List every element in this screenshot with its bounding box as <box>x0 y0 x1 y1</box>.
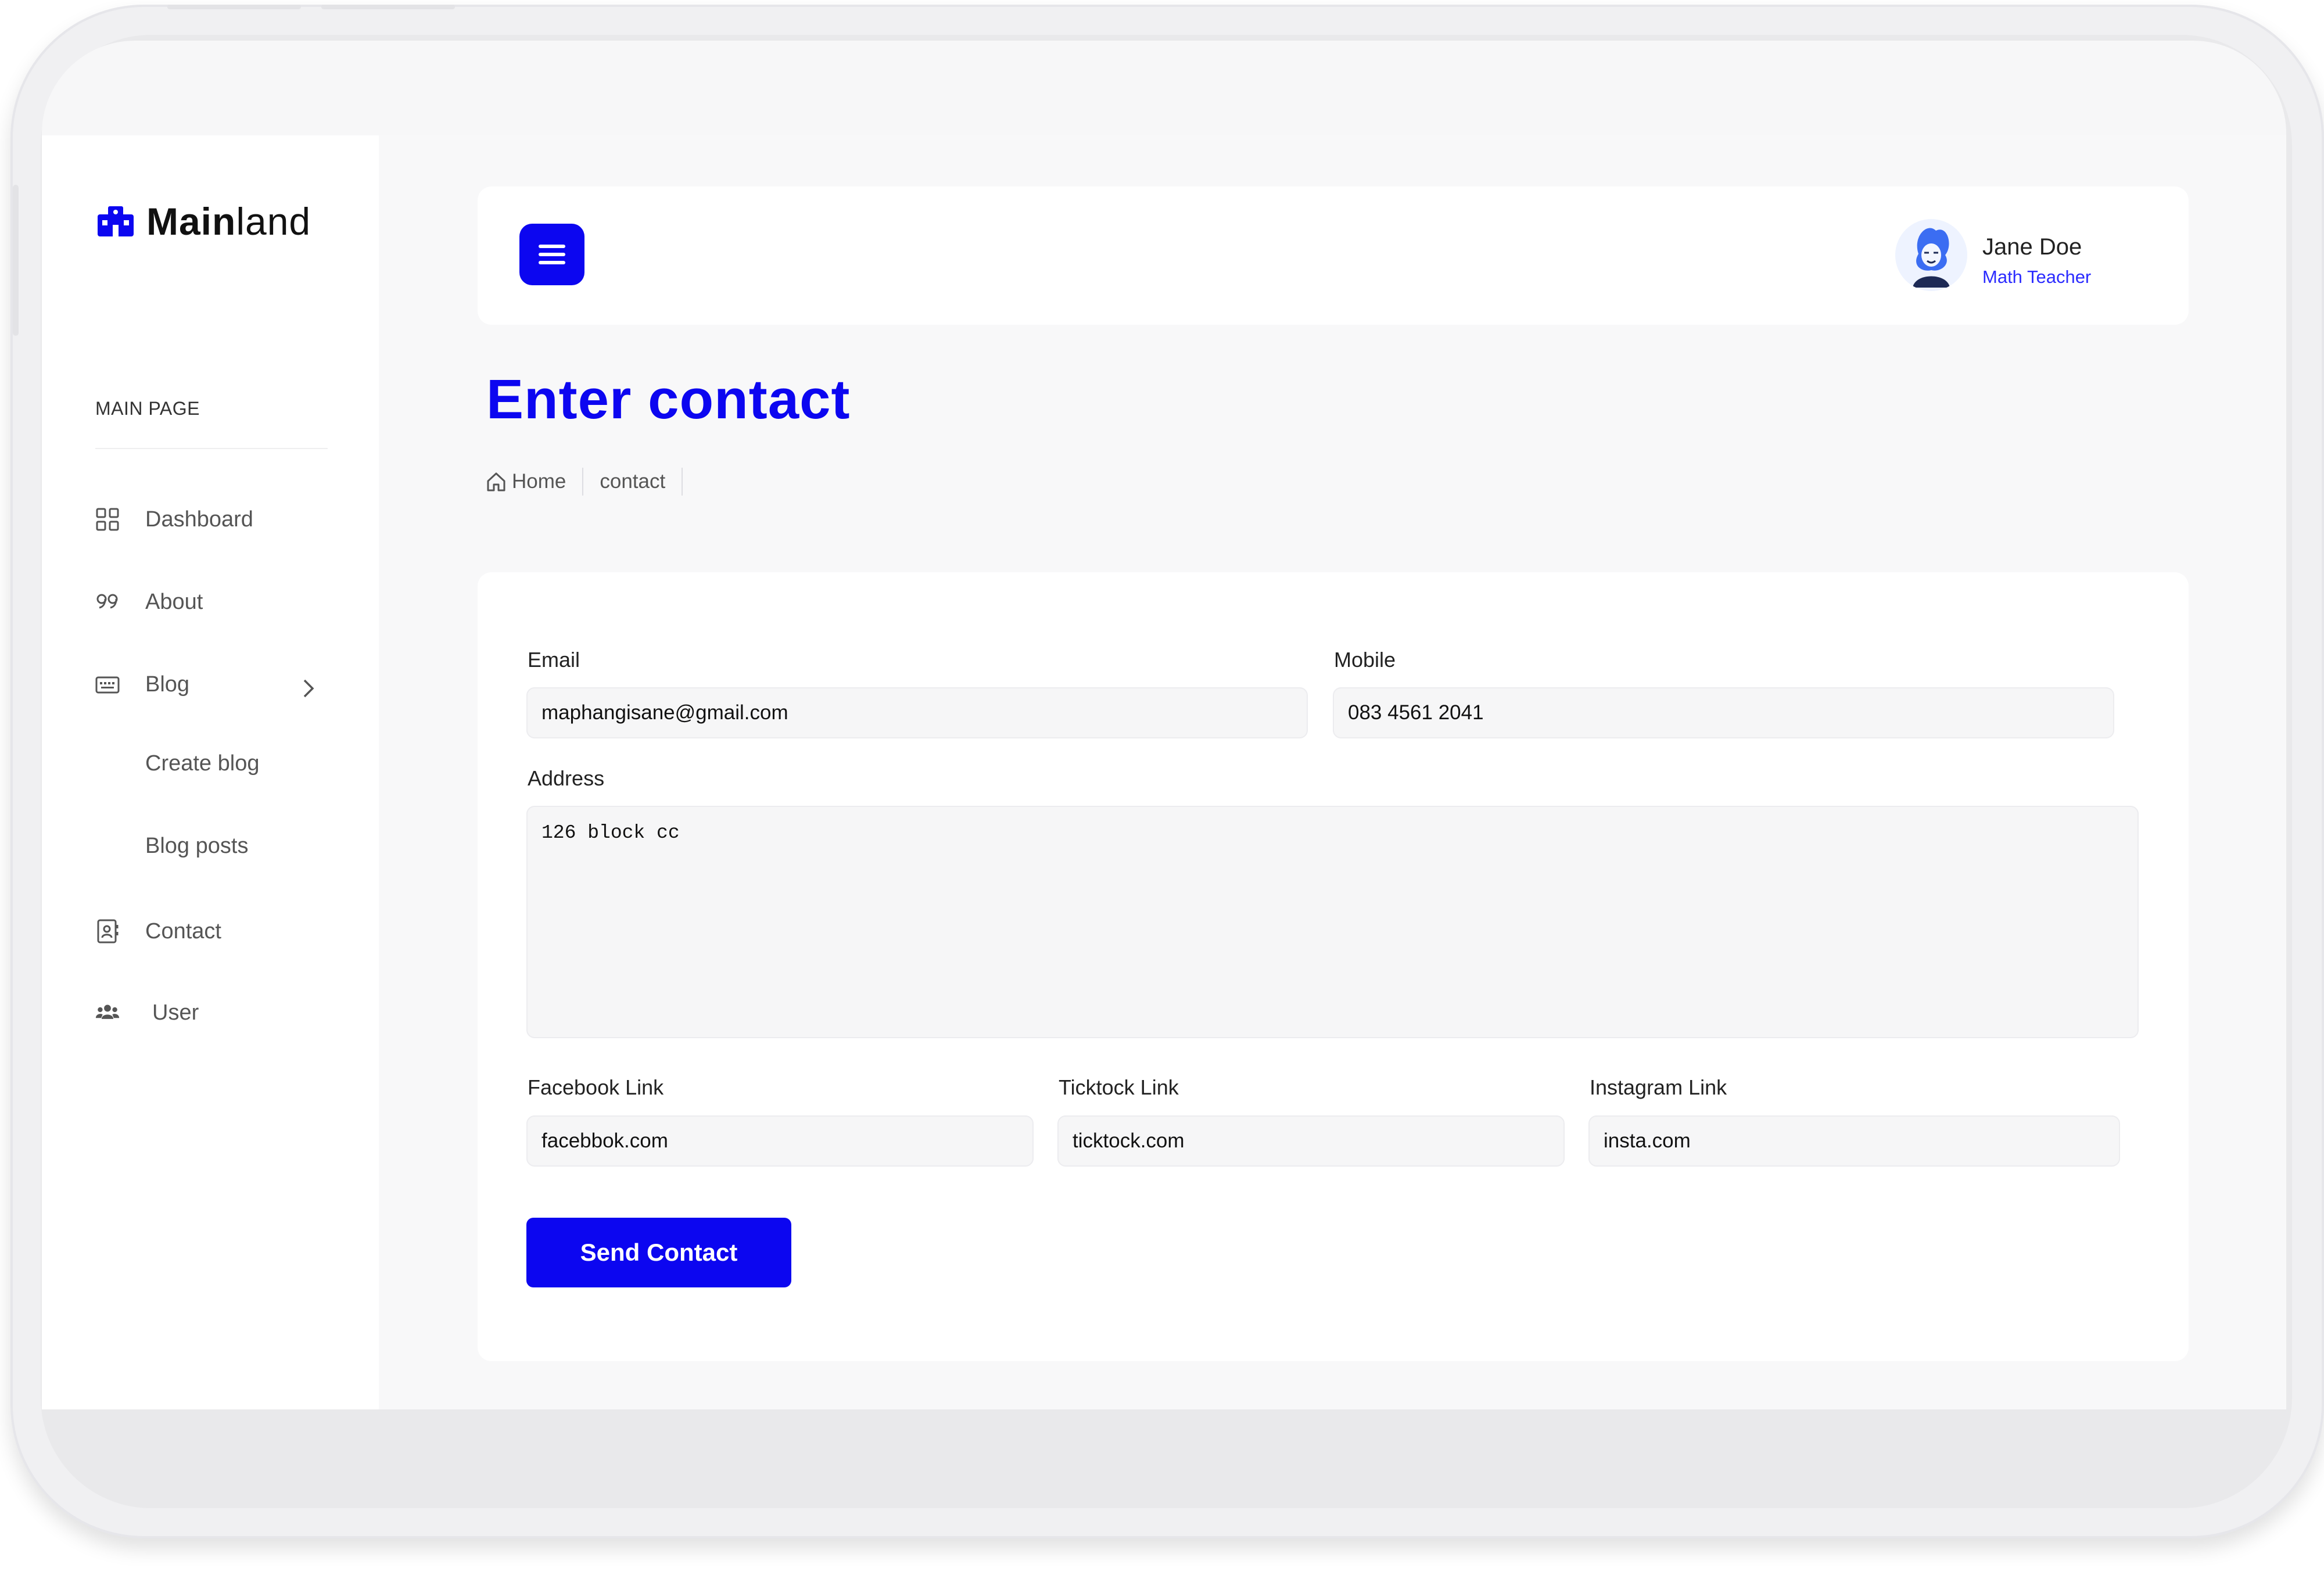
address-textarea[interactable]: 126 block cc <box>526 806 2139 1038</box>
user-name: Jane Doe <box>1982 234 2082 260</box>
logo[interactable]: Mainland <box>95 199 311 243</box>
user-profile[interactable]: Jane Doe Math Teacher <box>1895 219 2186 295</box>
ticktock-field[interactable]: ticktock.com <box>1057 1115 1565 1167</box>
breadcrumb-home-link[interactable]: Home <box>512 470 566 493</box>
device-top-button <box>167 5 301 9</box>
hamburger-icon <box>539 245 565 264</box>
sidebar-divider <box>95 448 328 449</box>
ticktock-label: Ticktock Link <box>1059 1075 1179 1099</box>
breadcrumb: Home contact <box>485 467 699 497</box>
sidebar-item-about[interactable]: About <box>95 579 203 625</box>
mobile-label: Mobile <box>1334 648 1396 672</box>
screen-top-area <box>42 41 2286 135</box>
facebook-label: Facebook Link <box>528 1075 664 1099</box>
facebook-field[interactable]: facebbok.com <box>526 1115 1034 1167</box>
home-icon <box>487 472 505 491</box>
keyboard-icon <box>95 672 120 697</box>
sidebar-item-create-blog[interactable]: Create blog <box>145 751 259 776</box>
mobile-field[interactable]: 083 4561 2041 <box>1333 687 2114 738</box>
device-side-button <box>13 185 19 336</box>
instagram-label: Instagram Link <box>1590 1075 1727 1099</box>
sidebar: Mainland MAIN PAGE Dashboard About Blog … <box>42 135 379 1409</box>
sidebar-item-blog-posts[interactable]: Blog posts <box>145 834 248 859</box>
users-icon <box>95 1000 120 1025</box>
logo-text: Mainland <box>146 200 311 243</box>
sidebar-item-label: About <box>145 589 203 614</box>
sidebar-section-title: MAIN PAGE <box>95 398 200 419</box>
sidebar-item-user[interactable]: User <box>95 989 199 1036</box>
sidebar-item-label: Blog <box>145 672 190 697</box>
top-bar: Jane Doe Math Teacher <box>478 186 2189 325</box>
contact-book-icon <box>95 919 120 943</box>
school-icon <box>98 206 134 236</box>
sidebar-item-blog[interactable]: Blog <box>95 661 189 708</box>
sidebar-item-label: Dashboard <box>145 507 253 532</box>
page-title: Enter contact <box>486 368 851 430</box>
grid-icon <box>95 507 120 532</box>
address-label: Address <box>528 766 605 790</box>
send-contact-button[interactable]: Send Contact <box>526 1218 791 1287</box>
app-screen: Mainland MAIN PAGE Dashboard About Blog … <box>42 135 2286 1409</box>
device-top-button <box>321 5 455 9</box>
menu-toggle-button[interactable] <box>519 224 584 285</box>
chevron-right-icon[interactable] <box>300 676 317 701</box>
breadcrumb-current: contact <box>600 470 666 493</box>
sidebar-item-label: User <box>152 1000 199 1025</box>
email-label: Email <box>528 648 580 672</box>
email-field[interactable]: maphangisane@gmail.com <box>526 687 1308 738</box>
sidebar-item-label: Contact <box>145 919 221 943</box>
breadcrumb-separator <box>682 468 683 496</box>
sidebar-item-dashboard[interactable]: Dashboard <box>95 496 253 543</box>
sidebar-item-contact[interactable]: Contact <box>95 908 221 955</box>
instagram-field[interactable]: insta.com <box>1588 1115 2120 1167</box>
breadcrumb-separator <box>582 468 584 496</box>
contact-form: Email maphangisane@gmail.com Mobile 083 … <box>478 572 2189 1361</box>
avatar <box>1895 219 1967 291</box>
user-role: Math Teacher <box>1982 267 2092 287</box>
quote-icon <box>95 590 120 614</box>
